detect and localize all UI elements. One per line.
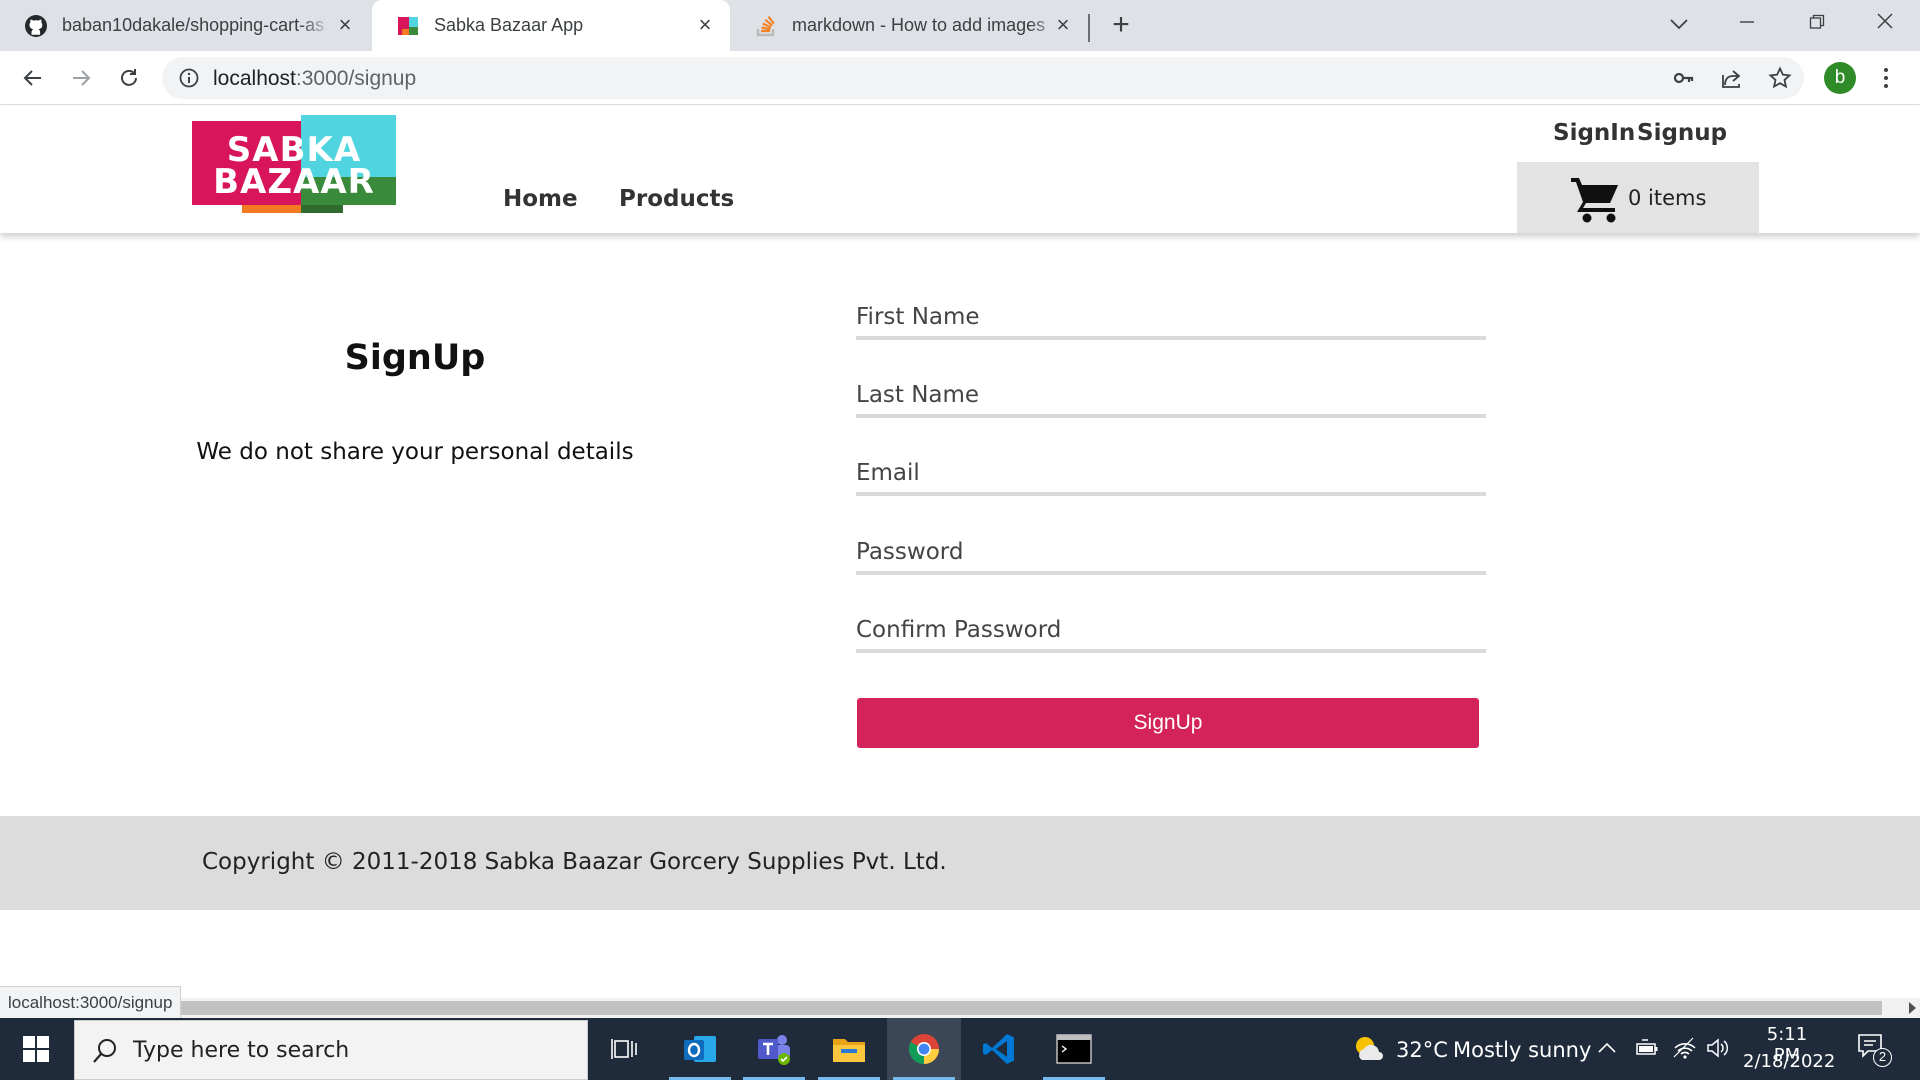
search-icon [91, 1037, 119, 1065]
last-name-field[interactable] [856, 376, 1486, 418]
horizontal-scrollbar[interactable] [0, 998, 1920, 1018]
last-name-input[interactable] [856, 376, 1486, 414]
site-header: SABKA BAZAAR Home Products SignIn Signup… [0, 106, 1920, 233]
sabka-bazaar-logo[interactable]: SABKA BAZAAR [192, 115, 396, 213]
reload-button[interactable] [114, 63, 144, 93]
share-icon[interactable] [1720, 66, 1744, 90]
restore-button[interactable] [1792, 8, 1842, 38]
tab-title: baban10dakale/shopping-cart-as [62, 15, 325, 35]
email-input[interactable] [856, 454, 1486, 492]
nav-home-link[interactable]: Home [503, 186, 578, 212]
tab-sabka-bazaar[interactable]: Sabka Bazaar App × [372, 0, 730, 51]
close-tab-icon[interactable]: × [694, 14, 716, 36]
first-name-input[interactable] [856, 298, 1486, 336]
weather-temperature[interactable]: 32°C [1396, 1038, 1448, 1062]
close-tab-icon[interactable]: × [334, 14, 356, 36]
logo-dark-green-block [301, 205, 343, 213]
weather-condition[interactable]: Mostly sunny [1453, 1038, 1591, 1062]
signup-submit-button[interactable]: SignUp [857, 698, 1479, 748]
windows-start-button[interactable] [0, 1018, 72, 1080]
teams-icon[interactable] [737, 1018, 811, 1080]
nav-products-link[interactable]: Products [619, 186, 734, 212]
tab-title: markdown - How to add images [792, 15, 1046, 35]
new-tab-button[interactable]: + [1106, 10, 1136, 40]
confirm-password-input[interactable] [856, 611, 1486, 649]
email-field[interactable] [856, 454, 1486, 496]
logo-word-2: BAZAAR [213, 162, 375, 202]
close-window-button[interactable] [1860, 8, 1910, 38]
browser-tab-strip: baban10dakale/shopping-cart-as × Sabka B… [0, 0, 1920, 51]
url-text: localhost:3000/signup [213, 67, 416, 91]
outlook-icon[interactable] [663, 1018, 737, 1080]
cart-button[interactable]: 0 items [1517, 162, 1759, 233]
key-icon[interactable] [1672, 66, 1696, 90]
chrome-icon[interactable] [887, 1018, 961, 1080]
browser-toolbar: localhost:3000/signup b [0, 51, 1920, 105]
notification-center-icon[interactable]: 2 [1856, 1032, 1892, 1067]
url-host: localhost [213, 67, 296, 90]
copyright-text: Copyright © 2011-2018 Sabka Baazar Gorce… [202, 849, 947, 875]
shopping-cart-icon [1569, 174, 1623, 224]
vscode-icon[interactable] [962, 1018, 1036, 1080]
minimize-button[interactable] [1722, 8, 1772, 38]
tab-search-dropdown-icon[interactable] [1654, 8, 1704, 38]
scroll-right-arrow-icon[interactable] [1909, 1002, 1916, 1014]
volume-icon[interactable] [1705, 1036, 1731, 1060]
wifi-icon[interactable] [1672, 1036, 1698, 1060]
cart-count: 0 items [1628, 186, 1707, 210]
site-footer: Copyright © 2011-2018 Sabka Baazar Gorce… [0, 816, 1920, 910]
windows-taskbar: Type here to search 32°C Mostly sunny 5:… [0, 1018, 1920, 1080]
profile-avatar[interactable]: b [1824, 62, 1856, 94]
site-favicon [396, 14, 420, 38]
clock-date[interactable]: 2/18/2022 [1743, 1051, 1835, 1072]
privacy-note: We do not share your personal details [196, 439, 634, 465]
logo-orange-block [242, 205, 301, 213]
show-hidden-icons-chevron-icon[interactable] [1598, 1040, 1616, 1054]
scrollbar-thumb[interactable] [0, 1001, 1882, 1015]
page-viewport: SABKA BAZAAR Home Products SignIn Signup… [0, 106, 1920, 1018]
terminal-icon[interactable] [1037, 1018, 1111, 1080]
tab-title: Sabka Bazaar App [434, 15, 584, 35]
signin-link[interactable]: SignIn [1553, 120, 1635, 146]
back-button[interactable] [18, 63, 48, 93]
forward-button[interactable] [66, 63, 96, 93]
browser-menu-icon[interactable] [1876, 63, 1896, 93]
confirm-password-field[interactable] [856, 611, 1486, 653]
bookmark-star-icon[interactable] [1768, 66, 1792, 90]
url-path: :3000/signup [295, 67, 417, 90]
password-input[interactable] [856, 533, 1486, 571]
tab-stackoverflow[interactable]: markdown - How to add images × [730, 0, 1088, 51]
address-bar[interactable]: localhost:3000/signup [162, 57, 1804, 99]
first-name-field[interactable] [856, 298, 1486, 340]
notification-count-badge: 2 [1873, 1048, 1892, 1067]
windows-logo-icon [23, 1036, 49, 1062]
file-explorer-icon[interactable] [812, 1018, 886, 1080]
tab-github[interactable]: baban10dakale/shopping-cart-as × [0, 0, 370, 51]
tab-separator [1088, 14, 1090, 42]
stackoverflow-icon [754, 14, 778, 38]
github-icon [24, 14, 48, 38]
taskbar-search-box[interactable]: Type here to search [74, 1020, 588, 1080]
link-status-tooltip: localhost:3000/signup [0, 986, 182, 1018]
weather-sun-cloud-icon[interactable] [1352, 1034, 1384, 1064]
site-info-icon[interactable] [178, 67, 200, 89]
taskbar-search-placeholder: Type here to search [133, 1038, 350, 1063]
password-field[interactable] [856, 533, 1486, 575]
signup-link[interactable]: Signup [1637, 120, 1727, 146]
close-tab-icon[interactable]: × [1052, 14, 1074, 36]
battery-icon[interactable] [1634, 1038, 1660, 1058]
task-view-icon[interactable] [588, 1018, 662, 1080]
signup-heading: SignUp [344, 338, 486, 378]
